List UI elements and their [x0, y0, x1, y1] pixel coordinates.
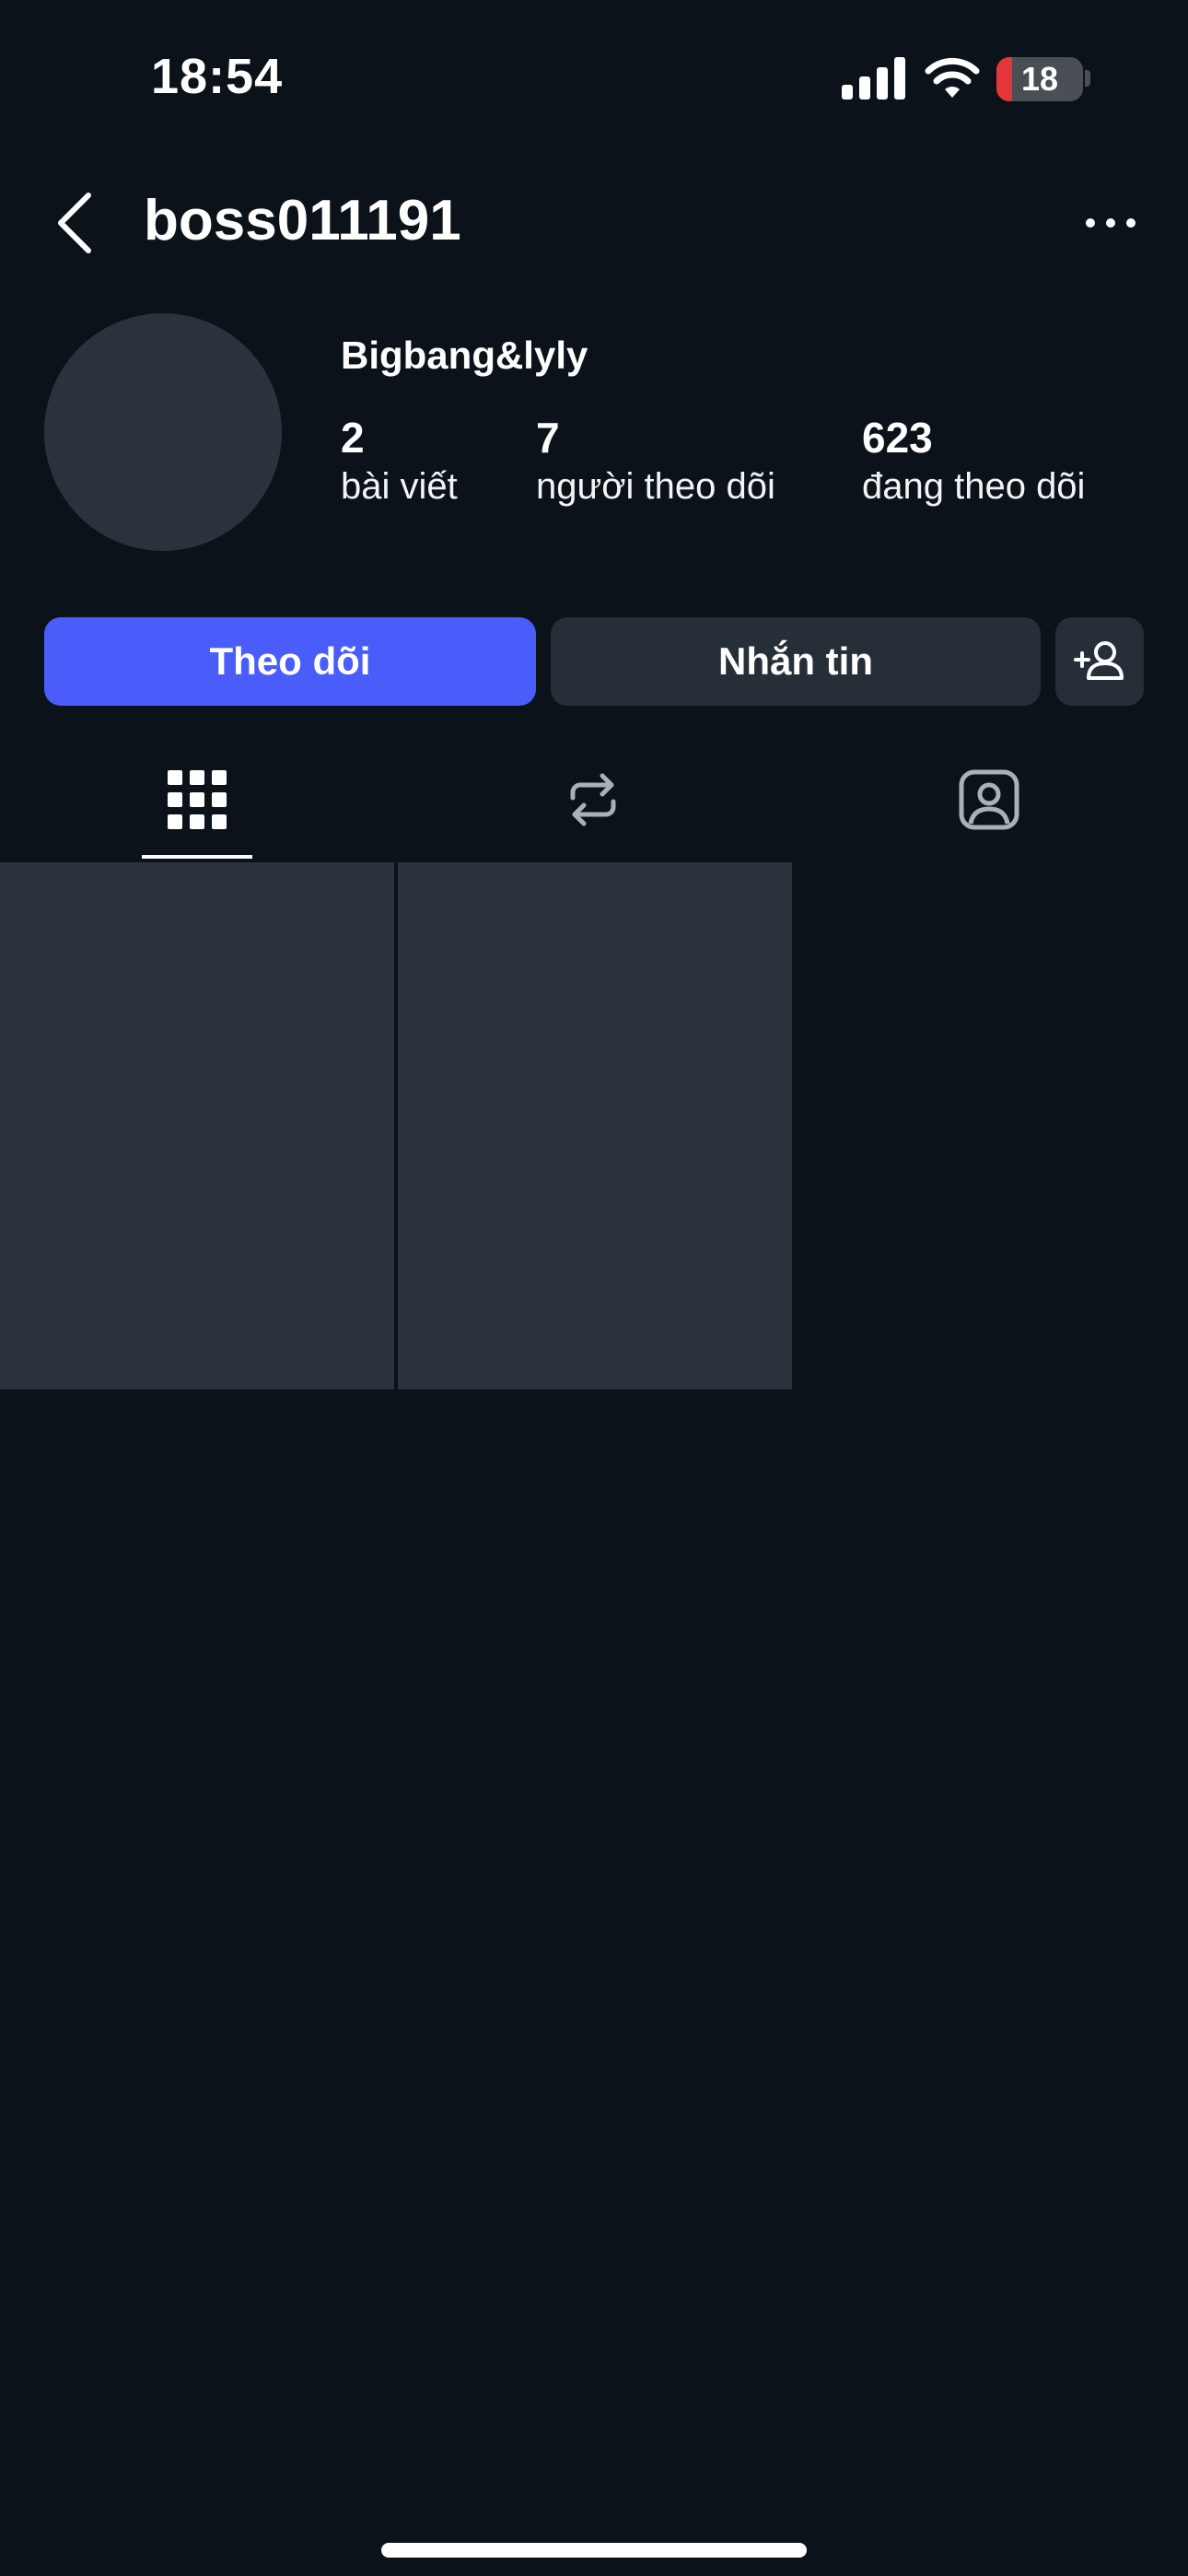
display-name: Bigbang&lyly — [341, 334, 588, 377]
battery-icon: 18 — [996, 57, 1083, 101]
wifi-icon — [925, 57, 980, 98]
active-tab-indicator — [142, 855, 252, 859]
more-options-icon[interactable] — [1085, 214, 1136, 232]
posts-label[interactable]: bài viết — [341, 466, 458, 508]
follow-button[interactable]: Theo dõi — [44, 617, 536, 706]
grid-icon[interactable] — [164, 767, 230, 833]
add-person-icon — [1074, 641, 1124, 680]
cellular-signal-icon — [842, 57, 905, 100]
followers-label[interactable]: người theo dõi — [536, 466, 775, 508]
message-button[interactable]: Nhắn tin — [551, 617, 1041, 706]
suggest-accounts-button[interactable] — [1055, 617, 1144, 706]
battery-nub — [1085, 70, 1090, 87]
profile-username: boss011191 — [144, 189, 461, 252]
reposts-icon[interactable] — [560, 767, 626, 833]
followers-count[interactable]: 7 — [536, 413, 560, 463]
battery-percent: 18 — [1020, 60, 1059, 98]
post-thumbnail[interactable] — [0, 862, 394, 1389]
following-label[interactable]: đang theo dõi — [862, 466, 1085, 508]
home-indicator[interactable] — [381, 2543, 807, 2558]
posts-count[interactable]: 2 — [341, 413, 365, 463]
tagged-icon[interactable] — [956, 767, 1022, 833]
avatar[interactable] — [44, 313, 282, 551]
following-count[interactable]: 623 — [862, 413, 933, 463]
post-thumbnail[interactable] — [398, 862, 792, 1389]
status-time: 18:54 — [151, 49, 284, 104]
back-chevron-icon[interactable] — [52, 190, 98, 256]
